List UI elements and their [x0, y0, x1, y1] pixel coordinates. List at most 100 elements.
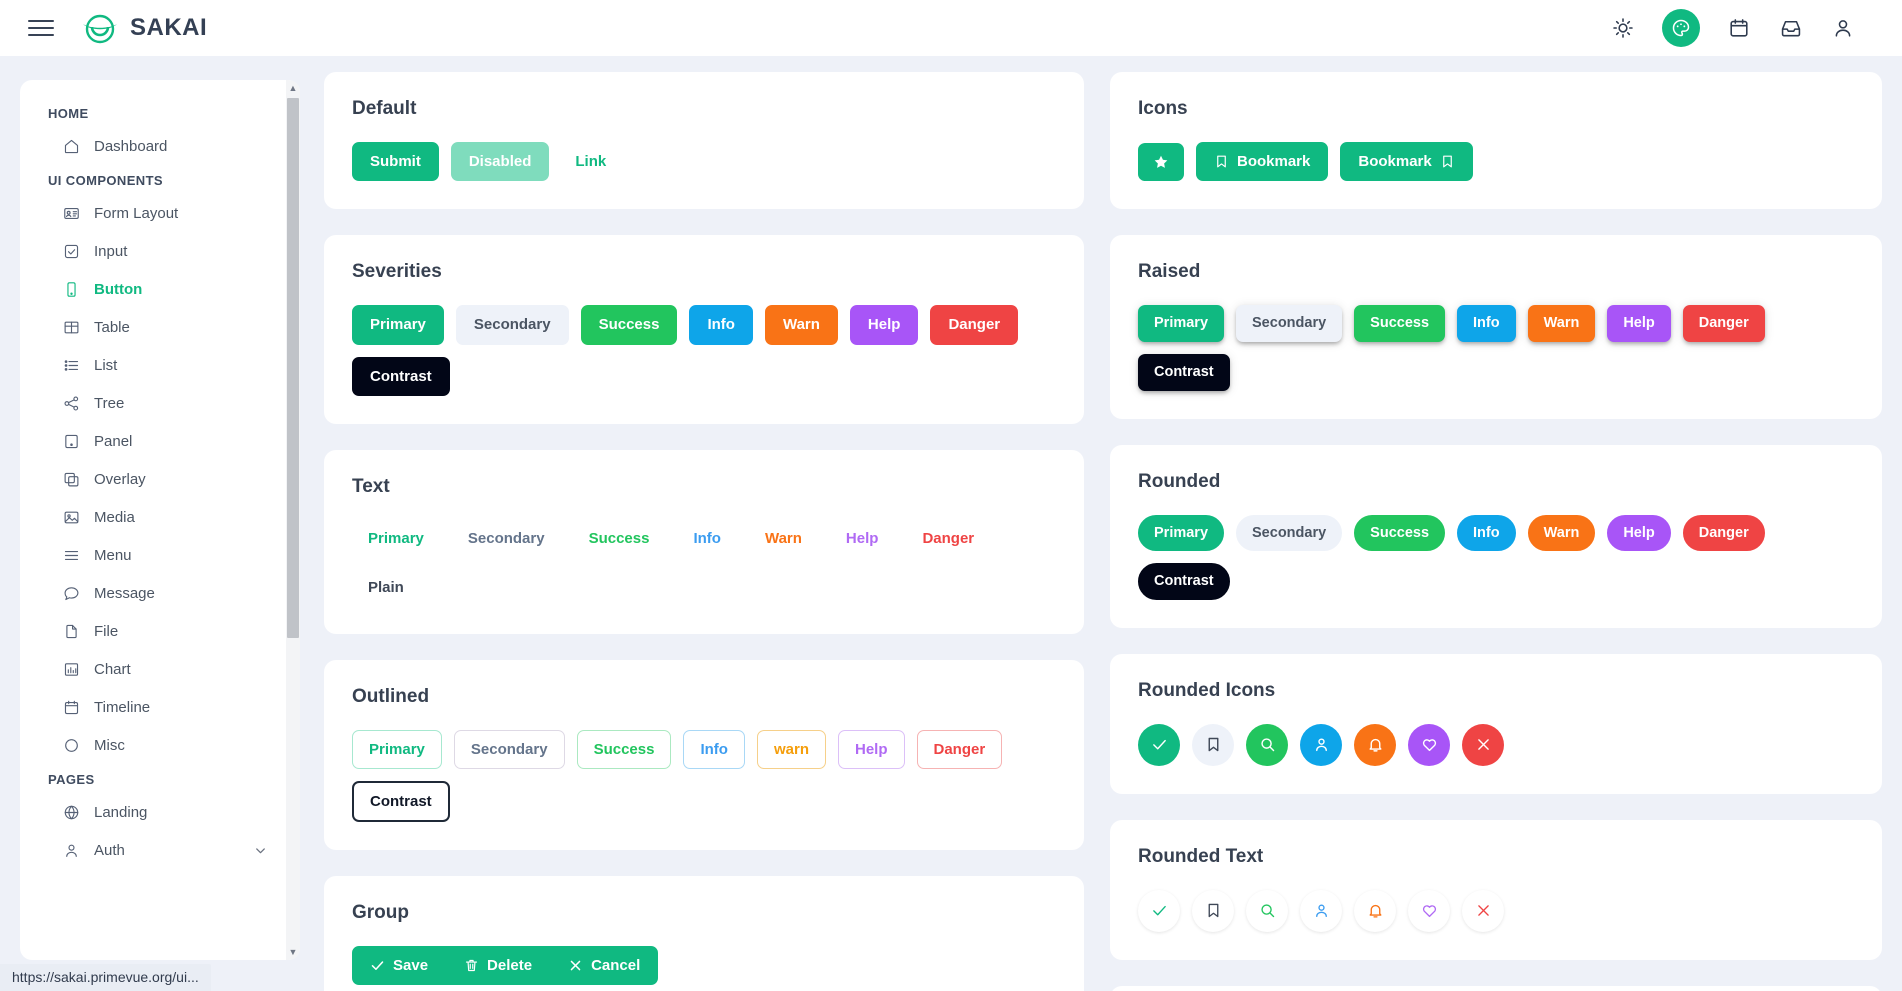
severity-button-contrast[interactable]: Contrast: [352, 356, 450, 396]
sidebar: HOME Dashboard UI COMPONENTS Form Layout Inp…: [20, 80, 300, 960]
rounded-icon-bookmark-button[interactable]: [1192, 723, 1234, 766]
severity-button-danger[interactable]: Danger: [930, 305, 1019, 345]
severity-button-warn[interactable]: Warn: [764, 305, 838, 345]
hamburger-line: [28, 20, 54, 22]
sidebar-item-label: Button: [94, 280, 143, 298]
sidebar-item-message[interactable]: Message: [20, 574, 286, 612]
rounded-button-info[interactable]: Info: [1457, 514, 1516, 552]
user-icon[interactable]: [1830, 15, 1856, 41]
raised-button-primary[interactable]: Primary: [1138, 305, 1225, 342]
sidebar-item-panel[interactable]: Panel: [20, 422, 286, 460]
group-cancel-button[interactable]: Cancel: [550, 945, 659, 985]
check-square-icon: [62, 242, 80, 260]
rounded-button-secondary[interactable]: Secondary: [1236, 514, 1343, 552]
sidebar-item-dashboard[interactable]: Dashboard: [20, 127, 286, 165]
bookmark-left-button[interactable]: Bookmark: [1196, 142, 1329, 182]
sidebar-item-menu[interactable]: Menu: [20, 536, 286, 574]
inbox-icon[interactable]: [1778, 15, 1804, 41]
sidebar-section-home: HOME: [48, 106, 89, 121]
rounded-button-primary[interactable]: Primary: [1138, 514, 1225, 552]
rounded-text-check-button[interactable]: [1138, 889, 1180, 932]
brand-logo-link[interactable]: SAKAI: [82, 11, 207, 45]
sidebar-item-button[interactable]: Button: [20, 270, 286, 308]
text-button-success[interactable]: Success: [573, 520, 666, 557]
outlined-button-help[interactable]: Help: [837, 729, 905, 769]
group-save-button[interactable]: Save: [352, 945, 447, 985]
sidebar-item-chart[interactable]: Chart: [20, 650, 286, 688]
text-button-secondary[interactable]: Secondary: [452, 520, 561, 557]
raised-button-warn[interactable]: Warn: [1527, 305, 1596, 342]
sidebar-item-auth[interactable]: Auth: [20, 831, 286, 869]
scroll-up-arrow-icon[interactable]: ▲: [286, 80, 300, 96]
group-delete-button[interactable]: Delete: [446, 945, 551, 985]
rounded-icon-search-button[interactable]: [1246, 723, 1288, 766]
scroll-down-arrow-icon[interactable]: ▼: [286, 944, 300, 960]
severity-button-success[interactable]: Success: [580, 305, 678, 345]
raised-button-contrast[interactable]: Contrast: [1138, 353, 1230, 391]
text-button-help[interactable]: Help: [830, 520, 895, 557]
scrollbar-thumb[interactable]: [287, 98, 299, 638]
rounded-text-times-button[interactable]: [1462, 889, 1504, 932]
text-button-plain[interactable]: Plain: [352, 569, 420, 606]
sidebar-item-form-layout[interactable]: Form Layout: [20, 194, 286, 232]
calendar-icon[interactable]: [1726, 15, 1752, 41]
menu-toggle-button[interactable]: [28, 17, 54, 39]
severity-button-secondary[interactable]: Secondary: [455, 305, 569, 345]
sidebar-item-tree[interactable]: Tree: [20, 384, 286, 422]
sidebar-item-landing[interactable]: Landing: [20, 793, 286, 831]
sun-icon[interactable]: [1610, 15, 1636, 41]
rounded-button-contrast[interactable]: Contrast: [1138, 563, 1230, 600]
rounded-button-success[interactable]: Success: [1354, 514, 1446, 552]
text-button-info[interactable]: Info: [677, 520, 737, 557]
text-button-primary[interactable]: Primary: [352, 520, 440, 557]
rounded-icon-bell-button[interactable]: [1354, 723, 1396, 766]
rounded-text-search-button[interactable]: [1246, 889, 1288, 932]
outlined-button-success[interactable]: Success: [576, 729, 672, 769]
link-button[interactable]: Link: [561, 143, 620, 180]
star-button[interactable]: [1138, 142, 1184, 181]
sidebar-item-table[interactable]: Table: [20, 308, 286, 346]
raised-button-help[interactable]: Help: [1607, 305, 1671, 342]
text-button-danger[interactable]: Danger: [906, 520, 990, 557]
sidebar-item-list[interactable]: List: [20, 346, 286, 384]
rounded-button-warn[interactable]: Warn: [1527, 514, 1596, 552]
severity-button-help[interactable]: Help: [849, 305, 919, 345]
sidebar-item-file[interactable]: File: [20, 612, 286, 650]
raised-button-danger[interactable]: Danger: [1682, 305, 1765, 342]
outlined-button-warn[interactable]: warn: [756, 729, 826, 769]
raised-button-success[interactable]: Success: [1354, 305, 1446, 342]
rounded-button-help[interactable]: Help: [1607, 514, 1671, 552]
outlined-button-info[interactable]: Info: [683, 729, 745, 769]
raised-button-info[interactable]: Info: [1457, 305, 1516, 342]
sidebar-item-misc[interactable]: Misc: [20, 726, 286, 764]
rounded-text-bell-button[interactable]: [1354, 889, 1396, 932]
bookmark-right-button[interactable]: Bookmark: [1340, 142, 1473, 182]
outlined-button-contrast[interactable]: Contrast: [352, 780, 450, 822]
outlined-button-secondary[interactable]: Secondary: [453, 729, 565, 769]
rounded-icon-heart-button[interactable]: [1408, 723, 1450, 766]
outlined-button-primary[interactable]: Primary: [352, 729, 442, 769]
rounded-button-danger[interactable]: Danger: [1682, 514, 1765, 552]
raised-button-secondary[interactable]: Secondary: [1236, 305, 1343, 342]
submit-button[interactable]: Submit: [352, 142, 439, 182]
chevron-down-icon[interactable]: [253, 843, 268, 858]
rounded-icon-user-button[interactable]: [1300, 723, 1342, 766]
card-rounded-outlined: Rounded Outlined: [1110, 985, 1882, 991]
severity-button-primary[interactable]: Primary: [352, 305, 444, 345]
hamburger-line: [28, 34, 54, 36]
sidebar-scrollbar[interactable]: ▲ ▼: [286, 80, 300, 960]
rounded-text-bookmark-button[interactable]: [1192, 889, 1234, 932]
sidebar-item-overlay[interactable]: Overlay: [20, 460, 286, 498]
severity-button-info[interactable]: Info: [689, 305, 753, 345]
rounded-icon-times-button[interactable]: [1462, 723, 1504, 766]
list-icon: [62, 356, 80, 374]
sidebar-item-input[interactable]: Input: [20, 232, 286, 270]
sidebar-item-media[interactable]: Media: [20, 498, 286, 536]
outlined-button-danger[interactable]: Danger: [916, 729, 1003, 769]
rounded-text-heart-button[interactable]: [1408, 889, 1450, 932]
rounded-text-user-button[interactable]: [1300, 889, 1342, 932]
text-button-warn[interactable]: Warn: [749, 520, 818, 557]
rounded-icon-check-button[interactable]: [1138, 723, 1180, 766]
sidebar-item-timeline[interactable]: Timeline: [20, 688, 286, 726]
palette-icon[interactable]: [1662, 9, 1700, 47]
